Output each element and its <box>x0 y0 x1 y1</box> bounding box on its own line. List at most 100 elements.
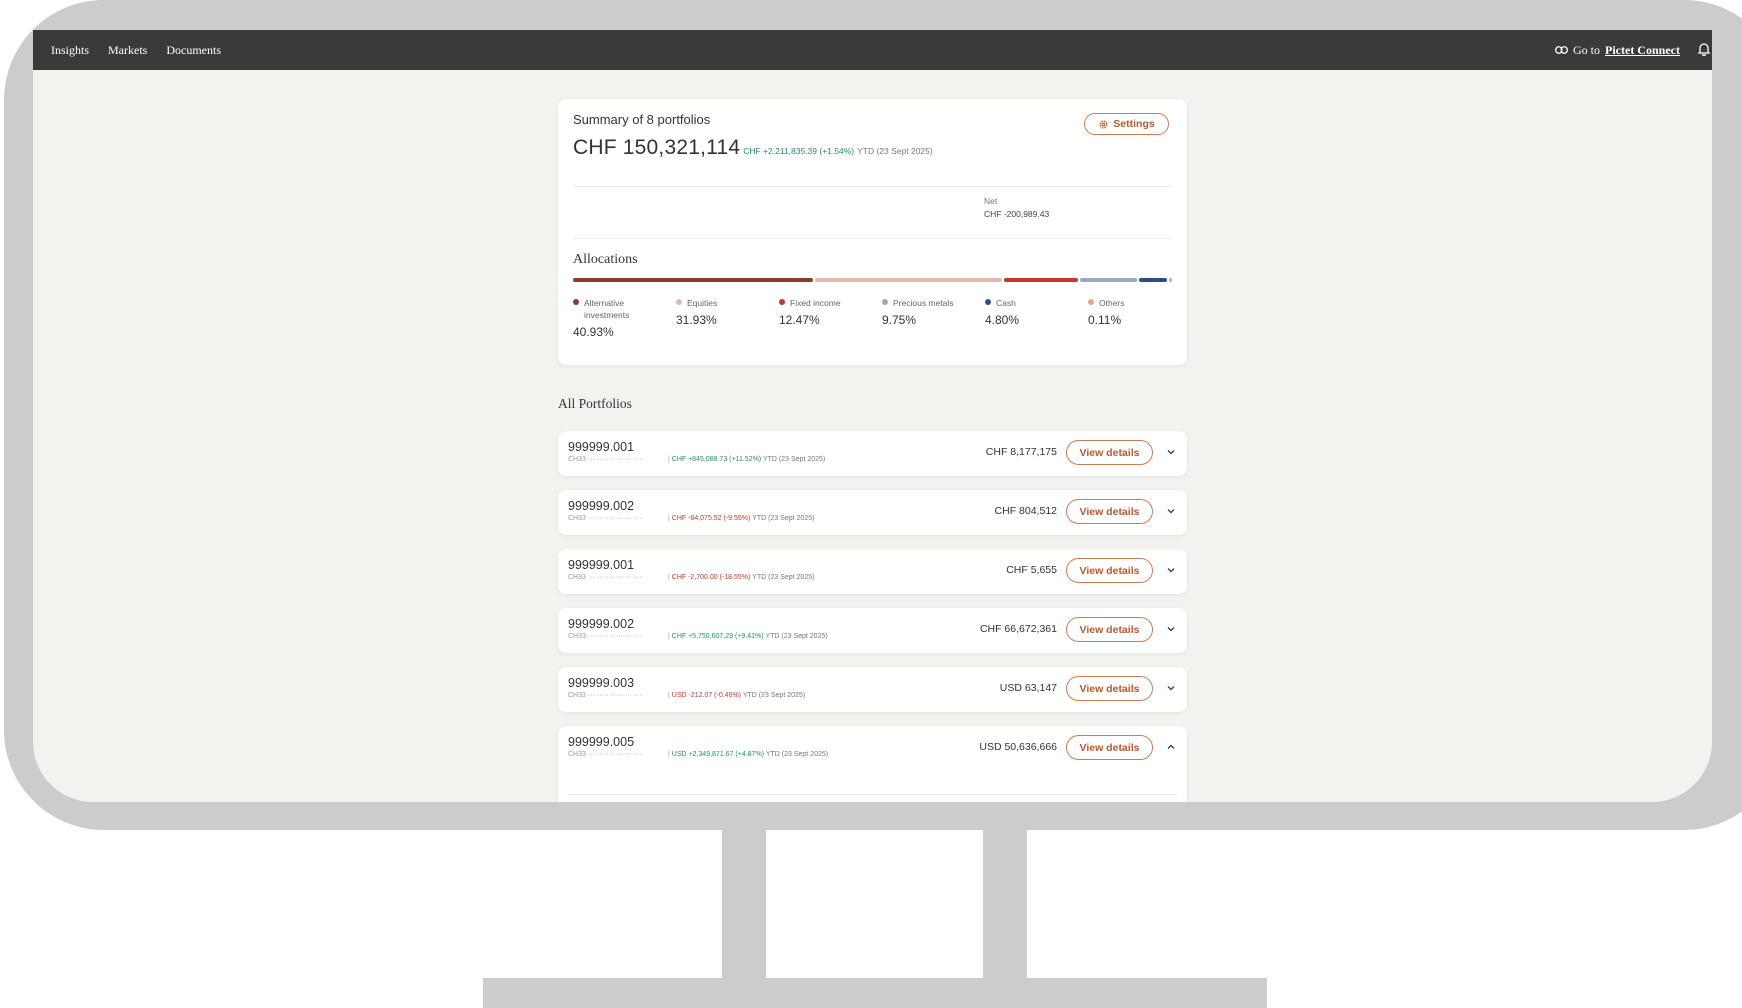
settings-label: Settings <box>1113 118 1155 130</box>
nav-markets[interactable]: Markets <box>108 43 147 58</box>
legend-dot <box>985 299 991 305</box>
legend-percentage: 12.47% <box>779 313 820 327</box>
notification-bell-icon[interactable] <box>1698 42 1710 56</box>
summary-ytd: YTD (23 Sept 2025) <box>857 146 933 156</box>
legend-dot <box>882 299 888 305</box>
portfolio-performance: | USD -212.07 (-0.46%) YTD (23 Sept 2025… <box>668 692 805 699</box>
portfolio-row: 999999.005 CH33 ························ |… <box>558 726 1187 802</box>
expanded-divider <box>568 794 1177 795</box>
portfolio-ytd: YTD (23 Sept 2025) <box>752 574 815 581</box>
net-label: Net <box>984 196 998 206</box>
allocation-segment <box>1004 278 1078 282</box>
goto-prefix: Go to <box>1573 42 1600 57</box>
monitor-stand-base <box>483 978 1267 1008</box>
legend-dot <box>1088 299 1094 305</box>
chevron-down-icon[interactable] <box>1166 683 1176 693</box>
portfolio-performance: | CHF -84,075.52 (-9.55%) YTD (23 Sept 2… <box>668 515 814 522</box>
legend-percentage: 31.93% <box>676 313 717 327</box>
settings-button[interactable]: Settings <box>1084 113 1169 135</box>
chevron-down-icon[interactable] <box>1166 565 1176 575</box>
portfolio-ytd: YTD (23 Sept 2025) <box>765 633 828 640</box>
view-details-button[interactable]: View details <box>1066 617 1153 642</box>
portfolio-iban: CH33 ························ <box>568 515 644 522</box>
legend-name: Equities <box>687 298 718 308</box>
allocation-bar <box>573 278 1172 282</box>
portfolio-iban: CH33 ························ <box>568 456 644 463</box>
portfolio-id: 999999.001 <box>568 440 635 454</box>
allocation-segment <box>1079 278 1137 282</box>
portfolio-change: CHF +5,750,607.29 (+9.41%) <box>671 633 764 640</box>
legend-dot <box>573 299 579 305</box>
legend-percentage: 9.75% <box>882 313 917 327</box>
portfolio-iban: CH33 ························ <box>568 751 644 758</box>
chevron-down-icon[interactable] <box>1166 447 1176 457</box>
summary-divider-bottom <box>573 238 1172 239</box>
portfolio-row: 999999.001 CH33 ························ |… <box>558 549 1187 594</box>
allocation-segment <box>1138 278 1167 282</box>
portfolio-id: 999999.002 <box>568 499 635 513</box>
portfolio-performance: | CHF -2,700.00 (-18.55%) YTD (23 Sept 2… <box>668 574 814 581</box>
portfolio-change: CHF -84,075.52 (-9.55%) <box>671 515 751 522</box>
legend-name: Cash <box>996 298 1016 308</box>
portfolio-ytd: YTD (23 Sept 2025) <box>765 751 829 758</box>
view-details-button[interactable]: View details <box>1066 440 1153 465</box>
legend-name: Fixed income <box>790 298 841 308</box>
portfolio-iban: CH33 ························ <box>568 633 644 640</box>
portfolio-ytd: YTD (23 Sept 2025) <box>762 456 826 463</box>
portfolio-amount: CHF 804,512 <box>994 505 1057 517</box>
allocation-segment <box>1168 278 1172 282</box>
portfolio-ytd: YTD (23 Sept 2025) <box>742 692 806 699</box>
allocations-title: Allocations <box>573 252 638 267</box>
portfolio-iban: CH33 ························ <box>568 692 644 699</box>
portfolio-id: 999999.003 <box>568 676 635 690</box>
goto-target: Pictet Connect <box>1605 42 1680 57</box>
net-value: CHF -200,989.43 <box>984 209 1050 219</box>
legend-name: Alternative investments <box>584 298 630 320</box>
summary-card: Summary of 8 portfolios CHF 150,321,114 … <box>558 99 1187 365</box>
legend-dot <box>676 299 682 305</box>
portfolio-amount: CHF 5,655 <box>1006 564 1057 576</box>
view-details-button[interactable]: View details <box>1066 499 1153 524</box>
portfolio-id: 999999.001 <box>568 558 635 572</box>
legend-percentage: 0.11% <box>1088 313 1122 327</box>
nav-documents[interactable]: Documents <box>166 43 221 58</box>
portfolio-row: 999999.002 CH33 ························ |… <box>558 490 1187 535</box>
legend-name: Precious metals <box>893 298 954 308</box>
portfolio-amount: CHF 8,177,175 <box>985 446 1057 458</box>
portfolio-change: USD +2,349,871.67 (+4.87%) <box>671 751 764 758</box>
portfolio-iban: CH33 ························ <box>568 574 644 581</box>
portfolio-performance: | CHF +5,750,607.29 (+9.41%) YTD (23 Sep… <box>668 633 828 640</box>
view-details-button[interactable]: View details <box>1066 735 1153 760</box>
allocation-segment <box>573 278 814 282</box>
view-details-button[interactable]: View details <box>1066 558 1153 583</box>
portfolio-change: USD -212.07 (-0.46%) <box>671 692 742 699</box>
chevron-up-icon[interactable] <box>1166 742 1176 752</box>
legend-dot <box>779 299 785 305</box>
view-details-button[interactable]: View details <box>1066 676 1153 701</box>
gear-icon <box>1099 119 1108 129</box>
portfolio-amount: USD 63,147 <box>999 682 1057 694</box>
portfolio-row: 999999.001 CH33 ························ |… <box>558 431 1187 476</box>
goto-pictet-connect-link[interactable]: Go to Pictet Connect <box>1555 30 1680 70</box>
portfolio-amount: CHF 66,672,361 <box>979 623 1057 635</box>
monitor-stand-right <box>983 830 1027 980</box>
chevron-down-icon[interactable] <box>1166 506 1176 516</box>
portfolio-change: CHF +845,088.73 (+11.52%) <box>671 456 762 463</box>
portfolio-row: 999999.003 CH33 ························ |… <box>558 667 1187 712</box>
portfolio-performance: | CHF +845,088.73 (+11.52%) YTD (23 Sept… <box>668 456 825 463</box>
legend-percentage: 4.80% <box>985 313 1020 327</box>
nav-insights[interactable]: Insights <box>51 43 89 58</box>
chevron-down-icon[interactable] <box>1166 624 1176 634</box>
all-portfolios-title: All Portfolios <box>558 396 632 411</box>
legend-name: Others <box>1099 298 1125 308</box>
summary-change: CHF +2,211,835.39 (+1.54%) <box>743 146 855 156</box>
portfolio-performance: | USD +2,349,871.67 (+4.87%) YTD (23 Sep… <box>668 751 828 758</box>
app-screen: Insights Markets Documents Go to Pictet … <box>33 30 1712 802</box>
legend-percentage: 40.93% <box>573 325 614 339</box>
portfolio-id: 999999.002 <box>568 617 635 631</box>
summary-total: CHF 150,321,114 <box>573 136 741 159</box>
portfolio-row: 999999.002 CH33 ························ |… <box>558 608 1187 653</box>
summary-divider-top <box>573 186 1172 187</box>
nav-links: Insights Markets Documents <box>51 30 221 70</box>
link-icon <box>1555 46 1568 54</box>
